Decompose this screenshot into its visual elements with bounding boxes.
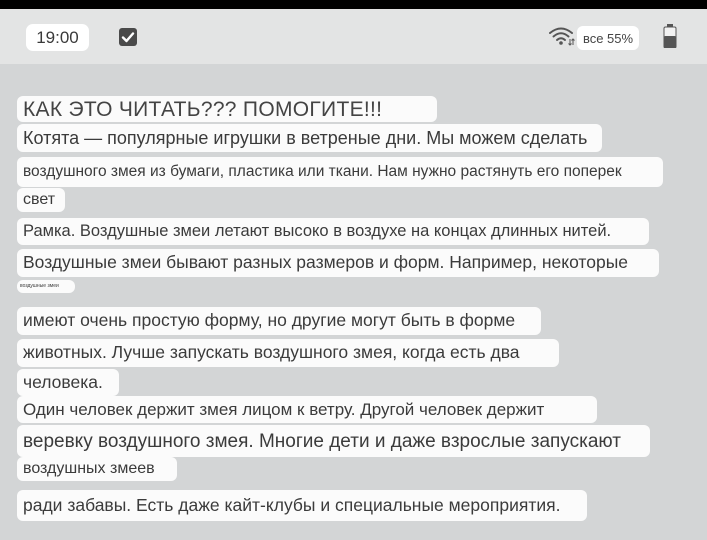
status-bar: 19:00 все 55% — [0, 9, 707, 64]
text-line-heading: КАК ЭТО ЧИТАТЬ??? ПОМОГИТЕ!!! — [17, 96, 437, 122]
text-line: ради забавы. Есть даже кайт-клубы и спец… — [17, 490, 587, 521]
status-time: 19:00 — [26, 24, 89, 51]
text-line: свет — [17, 188, 65, 212]
text-line: Рамка. Воздушные змеи летают высоко в во… — [17, 218, 649, 245]
text-line: животных. Лучше запускать воздушного зме… — [17, 339, 559, 367]
battery-icon — [663, 24, 677, 49]
text-line: Воздушные змеи бывают разных размеров и … — [17, 249, 659, 277]
check-icon — [119, 28, 137, 46]
text-line: веревку воздушного змея. Многие дети и д… — [17, 425, 650, 457]
text-line: имеют очень простую форму, но другие мог… — [17, 307, 541, 335]
battery-status: все 55% — [577, 26, 639, 50]
text-line: Котята — популярные игрушки в ветреные д… — [17, 124, 602, 152]
text-line: Один человек держит змея лицом к ветру. … — [17, 396, 597, 423]
wifi-icon — [549, 26, 575, 46]
text-line: воздушного змея из бумаги, пластика или … — [17, 157, 663, 187]
message-content: КАК ЭТО ЧИТАТЬ??? ПОМОГИТЕ!!! Котята — п… — [0, 64, 707, 540]
text-line-tiny: воздушные змеи — [17, 280, 75, 293]
text-line: человека. — [17, 369, 119, 396]
text-line: воздушных змеев — [17, 457, 177, 481]
screen-top-edge — [0, 0, 707, 9]
